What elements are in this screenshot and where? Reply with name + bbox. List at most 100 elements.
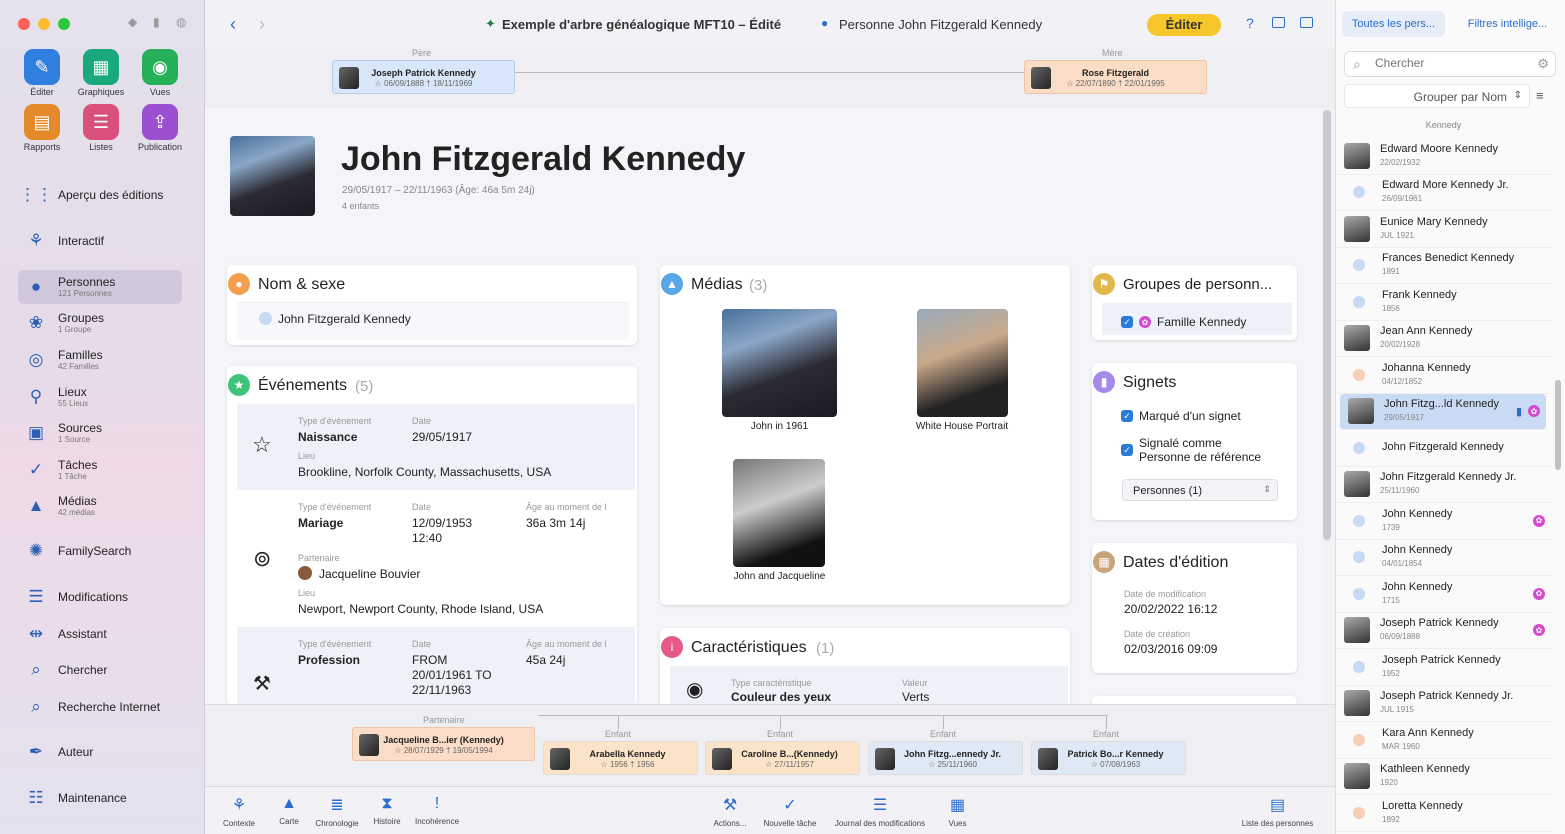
bottom-actions-button[interactable]: ⚒ Actions... bbox=[705, 795, 755, 828]
window-icon[interactable] bbox=[1272, 17, 1285, 28]
tab-all-persons[interactable]: Toutes les pers... bbox=[1342, 11, 1445, 37]
checkbox-icon[interactable]: ✓ bbox=[1121, 444, 1133, 456]
sidebar-item-médias[interactable]: ▲ Médias 42 médias bbox=[18, 489, 182, 523]
bottom-context-button[interactable]: ⚘ Contexte bbox=[217, 795, 261, 828]
event-profession[interactable]: ⚒ Type d'événement Profession Date FROM … bbox=[237, 627, 635, 706]
bottom-views-button[interactable]: ▦ Vues bbox=[935, 795, 980, 828]
sidebar-item-sources[interactable]: ▣ Sources 1 Source bbox=[18, 416, 182, 450]
sidebar-item-chercher[interactable]: ⌕ Chercher bbox=[18, 653, 182, 687]
search-icon: ⌕ bbox=[1353, 56, 1361, 72]
bookmark-icon[interactable]: ▮ bbox=[153, 15, 160, 29]
person-list-item[interactable]: John Fitzgerald Kennedy Jr. 25/11/1960 bbox=[1336, 467, 1551, 503]
person-list-item[interactable]: John Kennedy 04/01/1854 bbox=[1336, 540, 1551, 576]
help-icon[interactable]: ? bbox=[1246, 15, 1254, 31]
sort-icon[interactable]: ≡ bbox=[1536, 88, 1544, 103]
sidebar-item-maintenance[interactable]: ☷ Maintenance bbox=[18, 781, 182, 815]
forward-arrow-icon[interactable]: › bbox=[259, 14, 265, 35]
toolbar-listes-button[interactable]: ☰ Listes bbox=[71, 104, 131, 152]
person-list-item[interactable]: Joseph Patrick Kennedy 1952 bbox=[1336, 649, 1551, 686]
person-list-item[interactable]: John Fitzgerald Kennedy bbox=[1336, 430, 1551, 467]
child-card[interactable]: Patrick Bo...r Kennedy ☆ 07/08/1963 bbox=[1031, 741, 1186, 775]
bottom-log-button[interactable]: ☰ Journal des modifications bbox=[825, 795, 935, 828]
bottom-map-button[interactable]: ▲ Carte bbox=[267, 795, 311, 826]
minimize-window-button[interactable] bbox=[38, 18, 50, 30]
person-list-item[interactable]: John Kennedy 1739 ✿ bbox=[1336, 503, 1551, 540]
group-by-select[interactable]: Grouper par Nom ⇕ bbox=[1344, 84, 1530, 108]
person-list-item[interactable]: Frances Benedict Kennedy 1891 bbox=[1336, 248, 1551, 284]
tab-smart-filters[interactable]: Filtres intellige... bbox=[1456, 11, 1559, 37]
reference-checkbox[interactable]: ✓ Signalé comme Personne de référence bbox=[1121, 436, 1261, 464]
person-list-item[interactable]: Eunice Mary Kennedy JUL 1921 bbox=[1336, 211, 1551, 248]
media-thumbnail[interactable] bbox=[733, 459, 825, 567]
sidebar-item-aperçu-des-éditions[interactable]: ⋮⋮ Aperçu des éditions bbox=[18, 178, 182, 212]
persons-select[interactable]: Personnes (1) ⇕ bbox=[1122, 479, 1278, 501]
person-list-item[interactable]: Frank Kennedy 1856 bbox=[1336, 284, 1551, 321]
checkbox-icon[interactable]: ✓ bbox=[1121, 410, 1133, 422]
name-sex-value[interactable]: John Fitzgerald Kennedy bbox=[278, 312, 411, 326]
mother-card[interactable]: Rose Fitzgerald ☆ 22/07/1890 † 22/01/199… bbox=[1024, 60, 1207, 94]
toolbar-éditer-button[interactable]: ✎ Éditer bbox=[12, 49, 72, 97]
sidebar-item-groupes[interactable]: ❀ Groupes 1 Groupe bbox=[18, 306, 182, 340]
scrollbar-thumb[interactable] bbox=[1323, 110, 1331, 540]
person-photo[interactable] bbox=[230, 136, 315, 216]
tag-icon[interactable]: ◆ bbox=[128, 15, 137, 29]
globe-icon[interactable]: ◍ bbox=[176, 15, 186, 29]
checkbox-icon[interactable]: ✓ bbox=[1121, 316, 1133, 328]
person-list-item[interactable]: Joseph Patrick Kennedy Jr. JUL 1915 bbox=[1336, 686, 1551, 722]
partner-card[interactable]: Jacqueline B...ier (Kennedy) ☆ 28/07/192… bbox=[352, 727, 535, 761]
person-list-item[interactable]: Johanna Kennedy 04/12/1852 bbox=[1336, 357, 1551, 394]
person-list-item[interactable]: Kara Ann Kennedy MAR 1960 bbox=[1336, 722, 1551, 759]
toolbar-rapports-button[interactable]: ▤ Rapports bbox=[12, 104, 72, 152]
sidebar-item-tâches[interactable]: ✓ Tâches 1 Tâche bbox=[18, 453, 182, 487]
bookmarked-checkbox[interactable]: ✓ Marqué d'un signet bbox=[1121, 409, 1241, 423]
person-list-item[interactable]: Loretta Kennedy 1892 bbox=[1336, 795, 1551, 832]
person-list-item[interactable]: Jean Ann Kennedy 20/02/1928 bbox=[1336, 321, 1551, 357]
star-icon: ☆ bbox=[252, 432, 272, 457]
close-window-button[interactable] bbox=[18, 18, 30, 30]
person-date: 1920 bbox=[1380, 778, 1398, 788]
event-marriage[interactable]: ⊚ Type d'événement Mariage Date 12/09/19… bbox=[237, 490, 635, 627]
edit-button[interactable]: Éditer bbox=[1147, 14, 1221, 36]
toolbar-publication-button[interactable]: ⇪ Publication bbox=[130, 104, 190, 152]
bottom-timeline-button[interactable]: ≣ Chronologie bbox=[315, 795, 359, 828]
father-card[interactable]: Joseph Patrick Kennedy ☆ 06/09/1888 † 18… bbox=[332, 60, 515, 94]
person-list-item[interactable]: John Kennedy 1715 ✿ bbox=[1336, 576, 1551, 613]
sidebar-item-personnes[interactable]: ● Personnes 121 Personnes bbox=[18, 270, 182, 304]
bottom-task-button[interactable]: ✓ Nouvelle tâche bbox=[755, 795, 825, 828]
toolbar-graphiques-button[interactable]: ▦ Graphiques bbox=[71, 49, 131, 97]
person-list-item[interactable]: John Fitzg...ld Kennedy 29/05/1917 ▮ ✿ bbox=[1340, 393, 1546, 430]
child-card[interactable]: Caroline B...(Kennedy) ☆ 27/11/1957 bbox=[705, 741, 860, 775]
partner-link[interactable]: Jacqueline Bouvier bbox=[319, 567, 420, 581]
person-list-item[interactable]: Kathleen Kennedy 1920 bbox=[1336, 759, 1551, 795]
person-name: John Kennedy bbox=[1382, 507, 1453, 520]
person-avatar bbox=[1353, 295, 1365, 308]
bottom-story-button[interactable]: ⧗ Histoire bbox=[365, 795, 409, 826]
person-list-item[interactable]: Joseph Patrick Kennedy 06/09/1888 ✿ bbox=[1336, 613, 1551, 649]
search-input[interactable] bbox=[1375, 56, 1525, 70]
child-card[interactable]: Arabella Kennedy ☆ 1956 † 1956 bbox=[543, 741, 698, 775]
event-birth[interactable]: ☆ Type d'événement Naissance Date 29/05/… bbox=[237, 404, 635, 490]
sidebar-item-modifications[interactable]: ☰ Modifications bbox=[18, 580, 182, 614]
group-item[interactable]: ✓ ✿ Famille Kennedy bbox=[1121, 315, 1246, 329]
sidebar-item-auteur[interactable]: ✒ Auteur bbox=[18, 735, 182, 769]
sidebar-item-interactif[interactable]: ⚘ Interactif bbox=[18, 224, 182, 258]
list-scrollbar[interactable] bbox=[1555, 380, 1561, 470]
toolbar-vues-button[interactable]: ◉ Vues bbox=[130, 49, 190, 97]
child-card[interactable]: John Fitzg...ennedy Jr. ☆ 25/11/1960 bbox=[868, 741, 1023, 775]
person-list-item[interactable]: Edward More Kennedy Jr. 26/09/1961 bbox=[1336, 175, 1551, 211]
gear-icon[interactable]: ⚙ bbox=[1537, 56, 1549, 72]
sidebar-item-lieux[interactable]: ⚲ Lieux 55 Lieux bbox=[18, 380, 182, 414]
sidebar-item-familysearch[interactable]: ✺ FamilySearch bbox=[18, 534, 182, 568]
bottom-warning-button[interactable]: ! Incohérence bbox=[415, 795, 459, 826]
sidebar-item-recherche-internet[interactable]: ⌕ Recherche Internet bbox=[18, 690, 182, 724]
back-arrow-icon[interactable]: ‹ bbox=[230, 14, 236, 35]
sidebar-toggle-icon[interactable] bbox=[1300, 17, 1313, 28]
media-thumbnail[interactable] bbox=[722, 309, 837, 417]
sidebar-item-assistant[interactable]: ⇹ Assistant bbox=[18, 617, 182, 651]
person-list-button[interactable]: ▤ Liste des personnes bbox=[1235, 795, 1320, 828]
zoom-window-button[interactable] bbox=[58, 18, 70, 30]
search-field[interactable]: ⌕ ⚙ bbox=[1344, 51, 1556, 77]
person-list-item[interactable]: Edward Moore Kennedy 22/02/1932 bbox=[1336, 138, 1551, 175]
sidebar-item-familles[interactable]: ◎ Familles 42 Familles bbox=[18, 343, 182, 377]
media-thumbnail[interactable] bbox=[917, 309, 1008, 417]
